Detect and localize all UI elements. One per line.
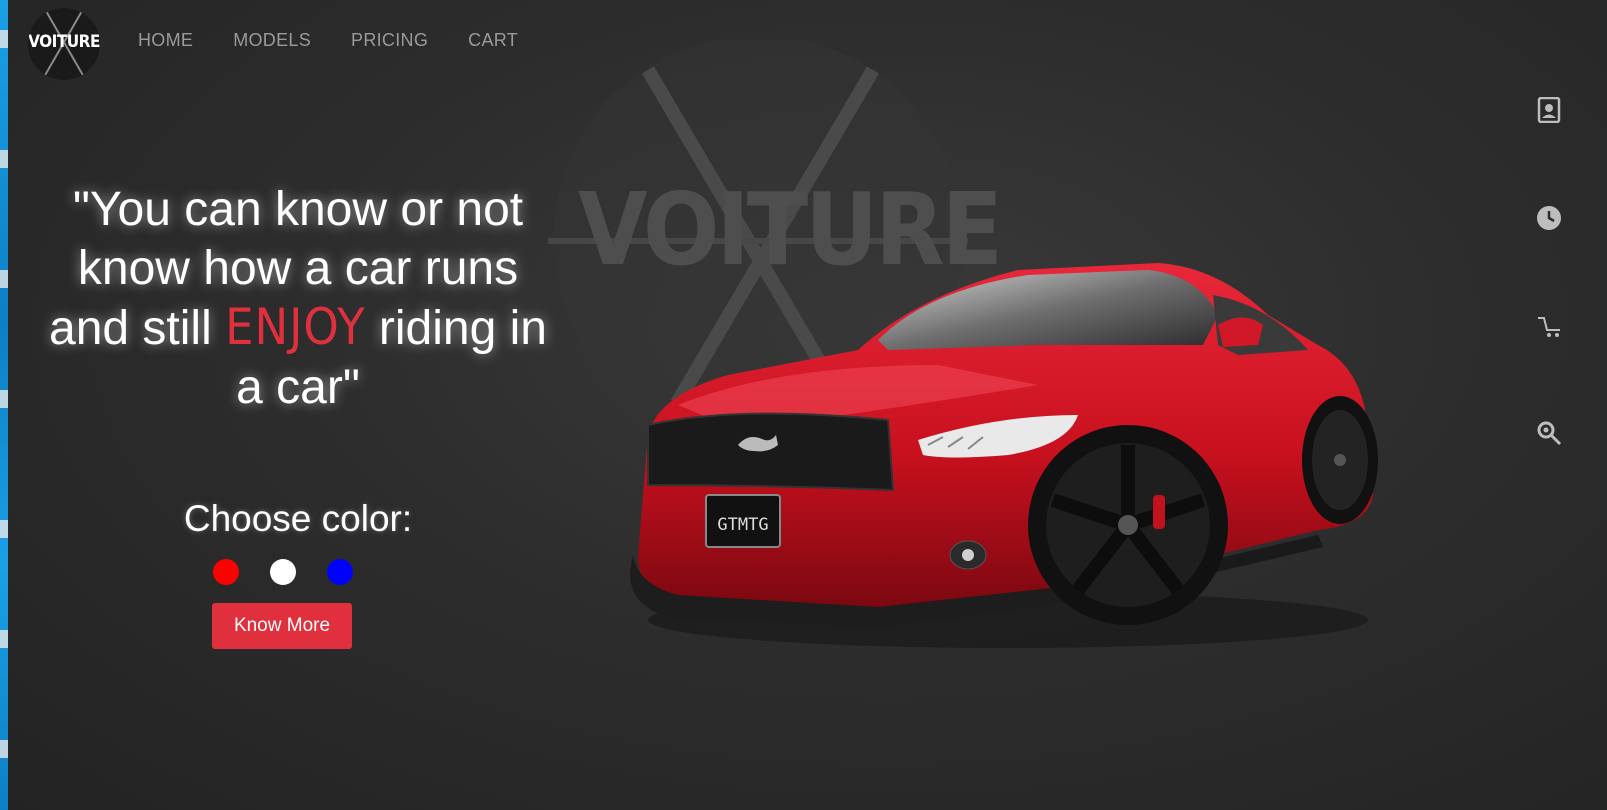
know-more-button[interactable]: Know More [212, 603, 352, 649]
logo-text: VOITURE [28, 32, 100, 52]
quote-highlight: ENJOY [225, 298, 366, 356]
contact-card-icon[interactable] [1536, 97, 1562, 123]
clock-icon[interactable] [1536, 205, 1562, 231]
landing-page: VOITURE HOME MODELS PRICING CART VOITURE… [8, 0, 1607, 810]
main-nav: HOME MODELS PRICING CART [138, 30, 518, 51]
nav-pricing[interactable]: PRICING [351, 30, 428, 51]
cart-icon[interactable] [1536, 313, 1562, 339]
choose-color-label: Choose color: [183, 498, 413, 539]
swatch-blue[interactable] [327, 559, 353, 585]
nav-cart[interactable]: CART [468, 30, 518, 51]
brand-logo[interactable]: VOITURE [28, 8, 100, 80]
nav-home[interactable]: HOME [138, 30, 193, 51]
color-swatches [213, 559, 353, 585]
car-image: GTMTG [629, 263, 1378, 648]
rear-wheel [1302, 396, 1378, 524]
swatch-white[interactable] [270, 559, 296, 585]
nav-models[interactable]: MODELS [233, 30, 311, 51]
hero-quote: "You can know or not know how a car runs… [48, 180, 548, 417]
front-wheel [1028, 425, 1228, 625]
license-plate-text: GTMTG [717, 515, 768, 535]
desktop-background-strip [0, 0, 8, 810]
swatch-red[interactable] [213, 559, 239, 585]
search-key-icon[interactable] [1536, 420, 1562, 446]
